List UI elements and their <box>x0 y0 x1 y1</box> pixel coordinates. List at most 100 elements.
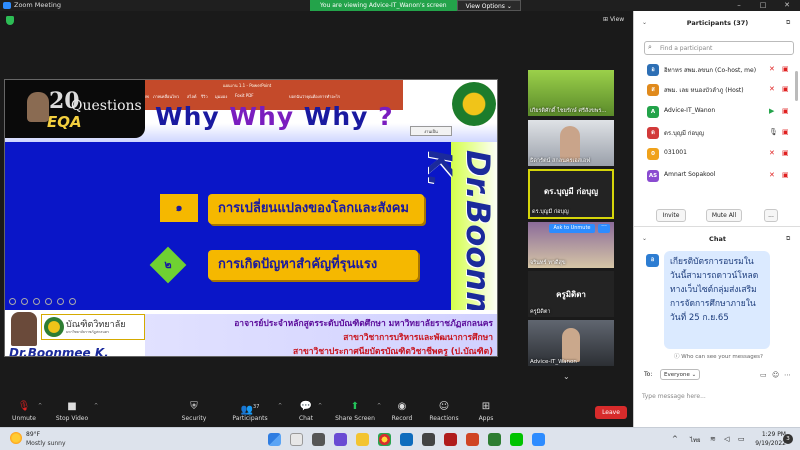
clock-time[interactable]: 1:29 PM <box>752 431 786 438</box>
file-explorer-icon[interactable] <box>356 433 369 446</box>
participants-count: 37 <box>253 404 260 410</box>
shared-screen[interactable]: แผนงาน 1.1 - PowerPoint การเลื่อน การเปล… <box>4 79 498 357</box>
item-number-2-label: ๒ <box>164 258 172 271</box>
chevron-up-icon[interactable]: ^ <box>672 435 678 443</box>
more-options-button[interactable]: ... <box>764 209 778 222</box>
why-word: Why <box>303 102 369 131</box>
chrome-icon[interactable] <box>378 433 391 446</box>
language-indicator[interactable]: ไทย <box>690 435 701 445</box>
notification-badge[interactable]: 3 <box>783 434 793 444</box>
muted-mic-icon[interactable]: ✕ <box>769 85 775 93</box>
powerpoint-icon[interactable] <box>466 433 479 446</box>
participant-row[interactable]: AS Amnart Sopakool ✕ ▣ <box>634 167 794 185</box>
participants-scrollbar[interactable] <box>795 71 798 101</box>
chevron-up-icon[interactable]: ^ <box>318 403 322 409</box>
video-tile-name: ธิดารัตน์ สกลนครเอสเอฟ <box>530 158 591 164</box>
zoom-icon[interactable] <box>532 433 545 446</box>
search-icon[interactable] <box>290 433 303 446</box>
chat-label: Chat <box>298 415 314 422</box>
ppt-tab: รีวิว <box>201 94 208 99</box>
participant-row[interactable]: ด ดร.บุญมี ก่อบุญ 🎙 ▣ <box>634 124 794 142</box>
info-line-3: สาขาวิชาประกาศนียบัตรบัณฑิตวิชาชีพครู (ป… <box>293 347 493 357</box>
participant-avatar: อ <box>647 64 659 76</box>
popout-icon[interactable]: ⧉ <box>786 235 790 243</box>
view-button[interactable]: ⊞ View <box>603 16 624 23</box>
share-banner-text: You are viewing Advice-IT_Wanon's screen <box>310 0 457 11</box>
wifi-icon[interactable]: ≋ <box>710 435 716 443</box>
recipient-value: Everyone <box>664 372 690 378</box>
participant-row[interactable]: A Advice-IT_Wanon ▶ ▣ <box>634 103 794 121</box>
mute-all-button[interactable]: Mute All <box>706 209 742 222</box>
line-icon[interactable] <box>510 433 523 446</box>
prev-slide-icon[interactable] <box>9 298 16 305</box>
recipient-select[interactable]: Everyone ⌄ <box>660 369 700 380</box>
participant-row[interactable]: ส สพม. เลย หนองบัวลำภู (Host) ✕ ▣ <box>634 81 794 99</box>
participant-row[interactable]: อ อิทาหร สพม.ลขนก (Co-host, me) ✕ ▣ <box>634 61 794 79</box>
graduate-school-logo: บัณฑิตวิทยาลัย มหาวิทยาลัยราชภัฏสกลนคร <box>41 314 145 340</box>
video-tile-name: จรินทร์ ทาดีสุข <box>530 260 566 266</box>
apps-icon: ⊞ <box>481 401 491 412</box>
participant-search-input[interactable]: Find a participant <box>644 41 794 55</box>
participant-row[interactable]: 0 031001 ✕ ▣ <box>634 145 794 163</box>
eqa-logo: 20 Questions EQA <box>5 80 145 138</box>
video-tile[interactable]: ครูมิดิตา ครูมิดิตา <box>528 271 614 317</box>
emoji-icon[interactable]: ☺ <box>772 371 779 379</box>
participants-icon: 👥37 <box>240 404 260 416</box>
start-icon[interactable] <box>268 433 281 446</box>
edge-icon[interactable] <box>400 433 413 446</box>
clock-date[interactable]: 9/19/2022 <box>748 440 786 447</box>
muted-mic-icon[interactable]: ✕ <box>769 65 775 73</box>
more-icon[interactable]: ⋯ <box>784 371 791 379</box>
seal-icon <box>44 317 64 337</box>
pdf-icon[interactable] <box>444 433 457 446</box>
next-slide-icon[interactable] <box>21 298 28 305</box>
video-tile[interactable]: เกียรติศักดิ์ ไชยรักษ์ ศรีสังขพร... <box>528 70 614 116</box>
volume-icon[interactable]: ◁ <box>724 435 729 443</box>
muted-mic-icon[interactable]: ✕ <box>769 149 775 157</box>
title-bar: Zoom Meeting You are viewing Advice-IT_W… <box>0 0 800 11</box>
floating-button[interactable]: งานเป็น <box>410 126 452 136</box>
video-tile[interactable]: Advice-IT_Wanon <box>528 320 614 366</box>
store-icon[interactable] <box>422 433 435 446</box>
app-icon[interactable] <box>488 433 501 446</box>
task-view-icon[interactable] <box>312 433 325 446</box>
participants-button[interactable]: 👥37 Participants ^ <box>220 401 282 422</box>
pen-icon[interactable] <box>33 298 40 305</box>
zoom-icon[interactable] <box>57 298 64 305</box>
slideshow-controls[interactable] <box>9 298 76 306</box>
grid-icon[interactable] <box>45 298 52 305</box>
chevron-down-icon[interactable]: ⌄ <box>563 372 570 381</box>
window-title: Zoom Meeting <box>14 1 62 9</box>
file-icon[interactable]: ▭ <box>760 371 767 379</box>
more-icon[interactable] <box>69 298 76 305</box>
chat-message-input[interactable]: Type message here... <box>642 393 792 400</box>
chevron-up-icon[interactable]: ^ <box>94 403 98 409</box>
muted-mic-icon[interactable]: ✕ <box>769 171 775 179</box>
video-off-icon: ▣ <box>782 128 789 136</box>
maximize-button[interactable]: □ <box>756 0 770 11</box>
battery-icon[interactable]: ▭ <box>738 435 745 443</box>
active-speaker-tile[interactable]: ดร.บุญมี ก่อบุญ ดร.บุญมี ก่อบุญ <box>528 169 614 219</box>
view-options-button[interactable]: View Options ⌄ <box>456 0 521 11</box>
stop-video-button[interactable]: ■ Stop Video ^ <box>42 401 102 422</box>
minimize-button[interactable]: – <box>732 0 746 11</box>
teams-chat-icon[interactable] <box>334 433 347 446</box>
leave-button[interactable]: Leave <box>595 406 627 419</box>
chat-message[interactable]: เกียรติบัตรการอบรมในวันนี้สามารถดาวน์โหล… <box>664 251 770 349</box>
video-tile[interactable]: Ask to Unmute ··· จรินทร์ ทาดีสุข <box>528 222 614 268</box>
ask-to-unmute-button[interactable]: Ask to Unmute <box>549 224 595 233</box>
mic-icon[interactable]: 🎙 <box>769 128 778 136</box>
invite-button[interactable]: Invite <box>656 209 686 222</box>
item-number-1: ๑ <box>160 194 198 222</box>
popout-icon[interactable]: ⧉ <box>786 19 790 27</box>
video-off-icon: ▣ <box>782 85 789 93</box>
video-tile[interactable]: ธิดารัตน์ สกลนครเอสเอฟ <box>528 120 614 166</box>
security-button[interactable]: ⛨ Security <box>164 401 224 422</box>
tile-more-button[interactable]: ··· <box>598 224 610 233</box>
stop-video-label: Stop Video <box>55 415 89 422</box>
weather-sun-icon[interactable] <box>10 432 22 444</box>
close-button[interactable]: ✕ <box>780 0 794 11</box>
who-can-see-link[interactable]: ⓘ Who can see your messages? <box>674 352 763 360</box>
ppt-title: แผนงาน 1.1 - PowerPoint <box>223 83 272 88</box>
apps-button[interactable]: ⊞ Apps <box>456 401 516 422</box>
